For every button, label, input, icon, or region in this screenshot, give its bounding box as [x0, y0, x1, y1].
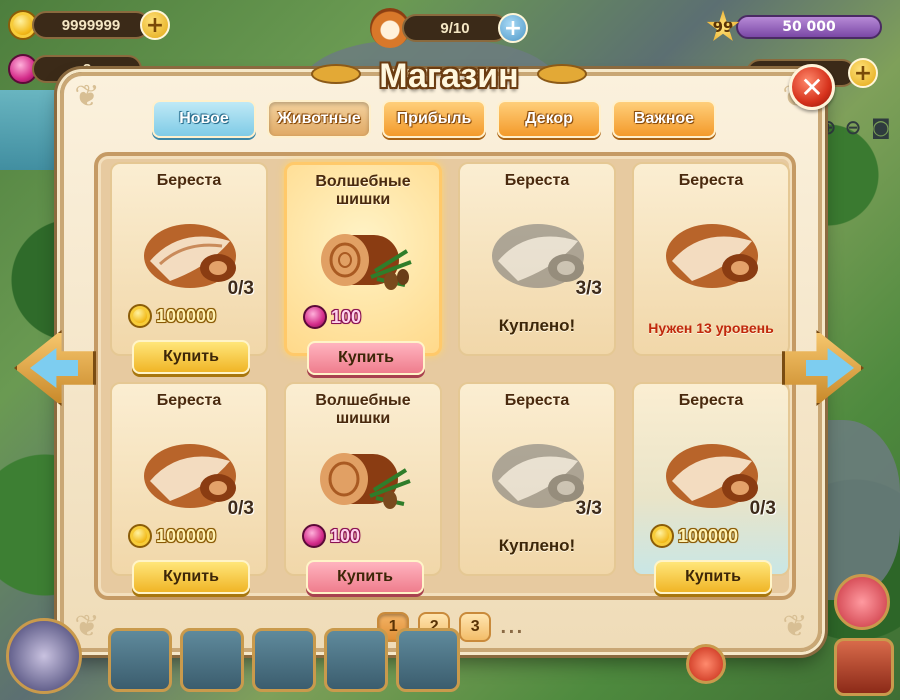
level-star-icon: 99	[706, 10, 740, 41]
birch-bark-icon	[662, 206, 762, 296]
toolbar-slot[interactable]	[180, 628, 244, 692]
toolbar-slot[interactable]	[396, 628, 460, 692]
pet-counter: 9/10 +	[370, 8, 528, 48]
stock-count: 0/3	[749, 498, 776, 519]
purchased-status: Куплено!	[498, 316, 576, 335]
level-requirement: Нужен 13 уровень	[648, 320, 774, 336]
card-title: Береста	[504, 172, 570, 189]
buy-button[interactable]: Купить	[132, 340, 250, 374]
card-title: Береста	[678, 172, 744, 189]
card-title: Волшебные шишки	[315, 392, 411, 427]
shop-card[interactable]: Береста 0/3 100000 Купить	[110, 382, 268, 594]
tab-new[interactable]: Новое	[152, 100, 256, 138]
add-coins-button[interactable]: +	[140, 10, 170, 40]
tab-profit[interactable]: Прибыль	[382, 100, 486, 138]
cancel-icon[interactable]	[686, 644, 726, 684]
stock-count: 3/3	[575, 278, 602, 299]
close-button[interactable]: ✕	[789, 64, 835, 110]
add-pet-button[interactable]: +	[498, 13, 528, 43]
title-plate: Магазин	[311, 50, 587, 102]
shop-card[interactable]: Волшебные шишки 100 Купить	[284, 382, 442, 594]
shop-card: Береста 3/3 Куплено!	[458, 162, 616, 356]
price: 100	[302, 524, 360, 548]
gem-icon	[303, 305, 327, 329]
shop-card[interactable]: Волшебные шишки 100 Купить	[284, 162, 442, 375]
dialog-title: Магазин	[379, 56, 519, 95]
title-leaf-ornament	[537, 64, 587, 84]
coin-icon	[650, 524, 674, 548]
shop-card: Береста 3/3 Куплено!	[458, 382, 616, 576]
magic-cones-icon	[314, 426, 414, 516]
background-waterfall	[0, 90, 60, 170]
page-button-3[interactable]: 3	[459, 612, 492, 642]
magic-cones-icon	[315, 207, 415, 297]
coin-amount: 9999999	[32, 11, 150, 39]
crate-icon[interactable]	[834, 638, 894, 696]
zoom-out-icon[interactable]: ⊖	[840, 114, 866, 140]
card-title: Волшебные шишки	[315, 173, 411, 208]
buy-button[interactable]: Купить	[306, 560, 424, 594]
camera-icon[interactable]: ◙	[868, 114, 894, 140]
coin-icon	[128, 524, 152, 548]
shop-card: Береста Нужен 13 уровень	[632, 162, 790, 356]
stock-count: 0/3	[227, 498, 254, 519]
shop-dialog: ❦ ❦ ❦ ❦ Магазин ✕ Новое Животные Прибыль…	[60, 57, 835, 652]
tab-important[interactable]: Важное	[612, 100, 716, 138]
add-energy-button[interactable]: +	[848, 58, 878, 88]
coin-icon	[128, 304, 152, 328]
item-grid: Береста 0/3 100000 Купить Волшебные шишк…	[94, 152, 796, 600]
price: 100000	[128, 304, 216, 328]
wizard-avatar[interactable]	[6, 618, 82, 694]
toolbar-slot[interactable]	[324, 628, 388, 692]
stock-count: 0/3	[227, 278, 254, 299]
tab-bar: Новое Животные Прибыль Декор Важное	[152, 100, 716, 138]
card-title: Береста	[156, 172, 222, 189]
coin-counter: 9999999 +	[8, 10, 170, 40]
card-title: Береста	[156, 392, 222, 409]
price-value: 100000	[678, 525, 739, 546]
price-value: 100000	[156, 305, 217, 326]
buy-button[interactable]: Купить	[132, 560, 250, 594]
shop-card[interactable]: Береста 0/3 100000 Купить	[110, 162, 268, 374]
toolbar-slot[interactable]	[108, 628, 172, 692]
birch-bark-icon	[488, 206, 588, 296]
purchased-status: Куплено!	[498, 536, 576, 555]
pet-amount: 9/10	[402, 14, 508, 42]
birch-bark-icon	[488, 426, 588, 516]
gem-icon	[302, 524, 326, 548]
level-indicator: 99 50 000	[706, 10, 882, 44]
card-title: Береста	[504, 392, 570, 409]
gift-icon[interactable]	[834, 574, 890, 630]
corner-ornament: ❦	[74, 79, 100, 114]
card-title: Береста	[678, 392, 744, 409]
title-leaf-ornament	[311, 64, 361, 84]
price: 100	[303, 305, 361, 329]
close-icon: ✕	[800, 70, 824, 104]
tab-animals[interactable]: Животные	[267, 100, 371, 138]
xp-bar: 50 000	[736, 15, 882, 39]
buy-button[interactable]: Купить	[654, 560, 772, 594]
toolbar-slot[interactable]	[252, 628, 316, 692]
price-value: 100	[330, 525, 361, 546]
birch-bark-icon	[140, 206, 240, 296]
corner-ornament: ❦	[782, 609, 808, 644]
pagination-ellipsis: ...	[500, 617, 525, 637]
price-value: 100	[331, 306, 362, 327]
birch-bark-icon	[140, 426, 240, 516]
price: 100000	[128, 524, 216, 548]
stock-count: 3/3	[575, 498, 602, 519]
price: 100000	[650, 524, 738, 548]
birch-bark-icon	[662, 426, 762, 516]
shop-card[interactable]: Береста 0/3 100000 Купить	[632, 382, 790, 594]
price-value: 100000	[156, 525, 217, 546]
tab-decor[interactable]: Декор	[497, 100, 601, 138]
buy-button[interactable]: Купить	[307, 341, 425, 375]
